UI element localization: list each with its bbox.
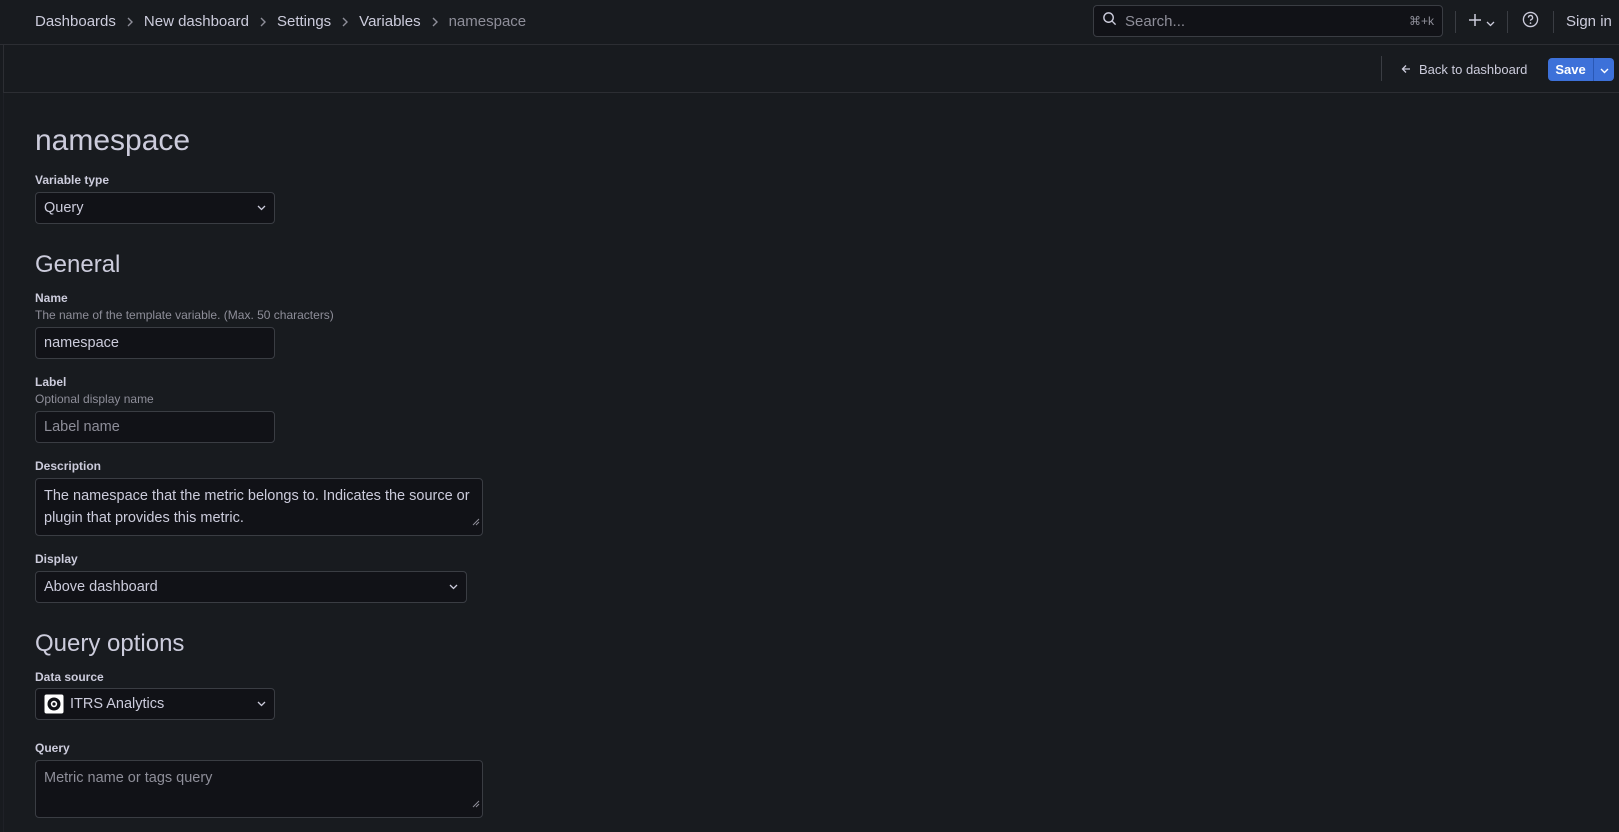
label-description: Optional display name <box>35 392 154 406</box>
search-icon <box>1102 11 1117 31</box>
chevron-down-icon <box>449 584 458 590</box>
help-icon <box>1522 11 1539 33</box>
name-input[interactable]: namespace <box>35 327 275 359</box>
description-value: The namespace that the metric belongs to… <box>44 488 470 526</box>
name-label: Name <box>35 291 68 305</box>
add-new-button[interactable] <box>1456 11 1507 32</box>
breadcrumb-settings[interactable]: Settings <box>277 13 331 30</box>
query-textarea[interactable]: Metric name or tags query <box>35 760 483 818</box>
breadcrumb-new-dashboard[interactable]: New dashboard <box>144 13 249 30</box>
general-heading: General <box>35 251 121 278</box>
name-description: The name of the template variable. (Max.… <box>35 308 334 322</box>
chevron-down-icon <box>1486 11 1495 32</box>
display-label: Display <box>35 552 78 566</box>
description-label: Description <box>35 459 102 473</box>
name-value: namespace <box>44 335 119 351</box>
label-input[interactable]: Label name <box>35 411 275 443</box>
chevron-down-icon <box>1600 61 1609 79</box>
chevron-right-icon <box>431 17 439 27</box>
divider <box>1381 56 1382 81</box>
search-shortcut: ⌘+k <box>1408 14 1434 28</box>
chevron-right-icon <box>341 17 349 27</box>
label-label: Label <box>35 375 67 389</box>
variable-type-select[interactable]: Query <box>35 192 275 224</box>
display-value: Above dashboard <box>44 579 158 595</box>
itrs-analytics-icon <box>44 694 64 714</box>
arrow-left-icon <box>1401 62 1411 77</box>
variable-type-value: Query <box>44 200 84 216</box>
divider <box>3 93 4 832</box>
chevron-right-icon <box>126 17 134 27</box>
back-to-dashboard-label: Back to dashboard <box>1419 61 1528 77</box>
resize-handle-icon[interactable] <box>472 511 480 533</box>
top-bar: Dashboards New dashboard Settings Variab… <box>0 0 1619 45</box>
search-placeholder: Search... <box>1125 12 1186 30</box>
dashboard-toolbar: Back to dashboard <box>3 45 1619 93</box>
breadcrumb: Dashboards New dashboard Settings Variab… <box>35 0 526 43</box>
query-options-heading: Query options <box>35 630 185 657</box>
breadcrumb-variables[interactable]: Variables <box>359 13 420 30</box>
query-label: Query <box>35 741 70 755</box>
search-input[interactable]: Search... ⌘+k <box>1093 5 1443 37</box>
save-options-button[interactable] <box>1593 58 1614 81</box>
description-textarea[interactable]: The namespace that the metric belongs to… <box>35 478 483 536</box>
sign-in-link[interactable]: Sign in <box>1554 13 1612 30</box>
plus-icon <box>1468 11 1482 32</box>
data-source-value: ITRS Analytics <box>70 696 165 712</box>
breadcrumb-current: namespace <box>448 13 527 30</box>
top-actions: Sign in <box>1455 0 1612 43</box>
save-button[interactable]: Save <box>1548 58 1593 81</box>
data-source-select[interactable]: ITRS Analytics <box>35 688 275 720</box>
chevron-right-icon <box>259 17 267 27</box>
chevron-down-icon <box>257 701 266 707</box>
save-button-group: Save <box>1548 58 1614 81</box>
query-placeholder: Metric name or tags query <box>44 770 213 786</box>
back-to-dashboard-button[interactable]: Back to dashboard <box>1401 57 1527 81</box>
chevron-down-icon <box>257 205 266 211</box>
resize-handle-icon[interactable] <box>472 793 480 815</box>
help-button[interactable] <box>1508 11 1553 33</box>
breadcrumb-dashboards[interactable]: Dashboards <box>35 13 116 30</box>
display-select[interactable]: Above dashboard <box>35 571 467 603</box>
page-title: namespace <box>35 124 191 157</box>
data-source-label: Data source <box>35 670 104 684</box>
label-placeholder: Label name <box>44 419 120 435</box>
variable-type-label: Variable type <box>35 173 110 187</box>
